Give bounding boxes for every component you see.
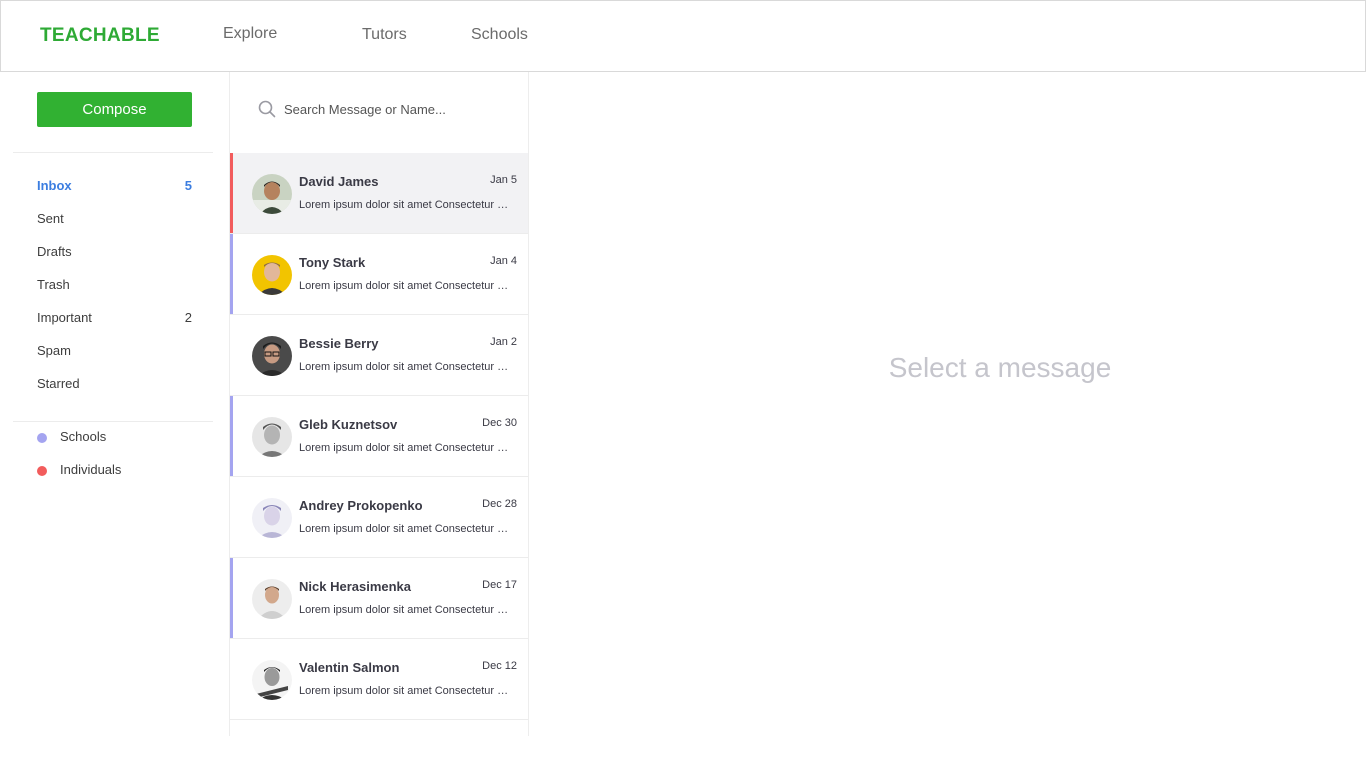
logo[interactable]: TEACHABLE [40,25,160,47]
folder-important[interactable]: Important 2 [37,310,192,330]
label-indicator [230,396,233,476]
folder-spam[interactable]: Spam [37,343,192,363]
message-preview: Lorem ipsum dolor sit amet Consectetur a… [299,523,509,535]
label-indicator [230,234,233,314]
sender-name: Gleb Kuznetsov [299,417,398,432]
message-preview: Lorem ipsum dolor sit amet Consectetur a… [299,604,509,616]
sender-name: Tony Stark [299,255,366,270]
message-list-pane: David James Jan 5 Lorem ipsum dolor sit … [229,72,529,736]
message-row[interactable]: Tony Stark Jan 4 Lorem ipsum dolor sit a… [230,234,528,315]
message-date: Jan 4 [490,255,517,267]
avatar [252,498,292,538]
folder-label: Starred [37,376,80,391]
folder-label: Trash [37,277,70,292]
label-dot-icon [37,466,47,476]
folder-drafts[interactable]: Drafts [37,244,192,264]
message-preview: Lorem ipsum dolor sit amet Consectetur a… [299,442,509,454]
message-preview: Lorem ipsum dolor sit amet Consectetur a… [299,199,509,211]
folder-label: Inbox [37,178,72,193]
folder-label: Important [37,310,92,325]
message-preview: Lorem ipsum dolor sit amet Consectetur a… [299,361,509,373]
message-row[interactable]: Nick Herasimenka Dec 17 Lorem ipsum dolo… [230,558,528,639]
label-indicator [230,153,233,233]
nav-tutors[interactable]: Tutors [362,26,407,44]
important-count: 2 [184,310,192,325]
folder-trash[interactable]: Trash [37,277,192,297]
label-dot-icon [37,433,47,443]
folder-label: Spam [37,343,71,358]
avatar [252,255,292,295]
message-row[interactable]: Andrey Prokopenko Dec 28 Lorem ipsum dol… [230,477,528,558]
top-navbar: TEACHABLE Explore Tutors Schools [0,0,1366,72]
folder-inbox[interactable]: Inbox 5 [37,178,192,198]
sender-name: Bessie Berry [299,336,379,351]
folder-starred[interactable]: Starred [37,376,192,396]
message-date: Jan 2 [490,336,517,348]
label-text: Individuals [60,462,122,477]
compose-button[interactable]: Compose [37,92,192,127]
sender-name: David James [299,174,379,189]
label-indicator [230,558,233,638]
sender-name: Andrey Prokopenko [299,498,423,513]
label-schools[interactable]: Schools [37,429,207,449]
avatar [252,336,292,376]
message-row[interactable]: David James Jan 5 Lorem ipsum dolor sit … [230,153,528,234]
message-date: Dec 28 [482,498,517,510]
folder-label: Drafts [37,244,72,259]
label-individuals[interactable]: Individuals [37,462,207,482]
message-date: Dec 17 [482,579,517,591]
label-text: Schools [60,429,107,444]
folder-sent[interactable]: Sent [37,211,192,231]
avatar [252,660,292,700]
avatar [252,417,292,457]
message-row[interactable]: Gleb Kuznetsov Dec 30 Lorem ipsum dolor … [230,396,528,477]
empty-state-text: Select a message [888,352,1112,383]
message-preview: Lorem ipsum dolor sit amet Consectetur a… [299,280,509,292]
sender-name: Nick Herasimenka [299,579,412,594]
message-date: Dec 12 [482,660,517,672]
search-icon[interactable] [258,100,276,118]
message-date: Dec 30 [482,417,517,429]
unread-count: 5 [184,178,192,193]
avatar [252,174,292,214]
folder-label: Sent [37,211,64,226]
sidebar-divider [13,152,213,153]
sidebar-divider [13,421,213,422]
message-row[interactable]: Valentin Salmon Dec 12 Lorem ipsum dolor… [230,639,528,720]
avatar [252,579,292,619]
sidebar: Compose Inbox 5 Sent Drafts Trash Import… [0,72,229,768]
message-date: Jan 5 [490,174,517,186]
message-row[interactable]: Bessie Berry Jan 2 Lorem ipsum dolor sit… [230,315,528,396]
nav-explore[interactable]: Explore [223,25,277,43]
sender-name: Valentin Salmon [299,660,400,675]
nav-schools[interactable]: Schools [471,26,528,44]
message-preview: Lorem ipsum dolor sit amet Consectetur a… [299,685,509,697]
reading-pane: Select a message [529,72,1366,768]
search-input[interactable] [284,99,514,119]
